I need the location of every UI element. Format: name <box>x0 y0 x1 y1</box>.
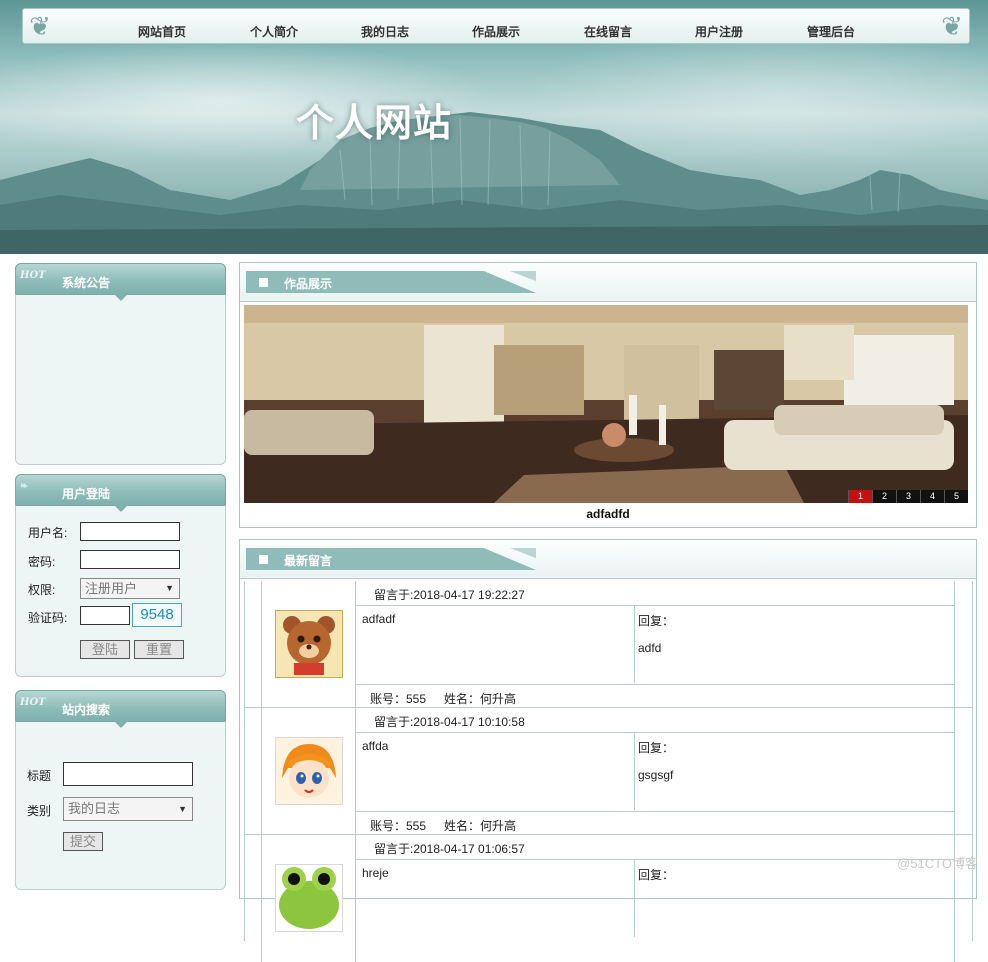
pager-page-3[interactable]: 3 <box>896 490 920 503</box>
captcha-image[interactable]: 9548 <box>132 603 182 627</box>
nav-item-profile[interactable]: 个人简介 <box>250 9 298 43</box>
message-account: 账号：555 <box>370 819 427 833</box>
chevron-down-icon: ▼ <box>165 583 174 593</box>
notice-panel-header: HOT 系统公告 <box>15 263 226 301</box>
captcha-input[interactable] <box>80 606 130 625</box>
reply-content: gsgsgf <box>638 768 674 782</box>
watermark: @51CTO博客 <box>897 856 978 871</box>
pager-page-5[interactable]: 5 <box>944 490 968 503</box>
reply-label: 回复： <box>638 868 675 882</box>
messages-title: 最新留言 <box>284 554 333 568</box>
ornament-icon: ❦ <box>941 11 963 41</box>
bear-avatar-icon <box>275 610 343 678</box>
living-room-photo <box>244 305 968 503</box>
login-panel-header: ❧ 用户登陆 <box>15 474 226 512</box>
message-content: adfadf <box>362 612 396 626</box>
search-category-select[interactable]: 我的日志 ▼ <box>63 797 193 821</box>
nav-item-blog[interactable]: 我的日志 <box>361 9 409 43</box>
message-time: 留言于:2018-04-17 19:22:27 <box>374 588 525 602</box>
search-title-label: 标题 <box>27 769 52 783</box>
chevron-down-icon: ▼ <box>178 804 187 814</box>
nav-item-guestbook[interactable]: 在线留言 <box>584 9 632 43</box>
role-label: 权限: <box>28 583 56 597</box>
works-slideshow-image[interactable]: 1 2 3 4 5 <box>244 305 968 503</box>
login-button[interactable]: 登陆 <box>80 640 130 659</box>
ornament-icon: ❦ <box>29 11 51 41</box>
search-title-input[interactable] <box>63 762 193 786</box>
messages-table: 留言于:2018-04-17 19:22:27 adfadf 回复： adfd … <box>244 581 973 962</box>
pager-page-2[interactable]: 2 <box>872 490 896 503</box>
square-bullet-icon <box>259 555 268 564</box>
message-author: 姓名：何升高 <box>444 692 517 706</box>
header-banner: ❦ ❦ 网站首页 个人简介 我的日志 作品展示 在线留言 用户注册 管理后台 个… <box>0 0 988 254</box>
reset-button[interactable]: 重置 <box>134 640 184 659</box>
notice-panel: HOT 系统公告 <box>15 263 226 465</box>
password-label: 密码: <box>28 555 56 569</box>
site-title: 个人网站 <box>296 101 453 145</box>
anime-girl-avatar-icon <box>275 737 343 805</box>
square-bullet-icon <box>259 278 268 287</box>
search-category-value: 我的日志 <box>68 801 121 816</box>
hot-badge-icon: HOT <box>20 697 46 708</box>
works-header: 作品展示 <box>240 263 976 302</box>
works-title: 作品展示 <box>284 277 333 291</box>
pager-page-4[interactable]: 4 <box>920 490 944 503</box>
message-content: affda <box>362 739 389 753</box>
search-panel-header: HOT 站内搜索 <box>15 690 226 728</box>
message-account: 账号：555 <box>370 692 427 706</box>
nav-item-register[interactable]: 用户注册 <box>695 9 743 43</box>
reply-label: 回复： <box>638 614 675 628</box>
message-row: 留言于:2018-04-17 01:06:57 hreje 回复： <box>245 835 972 962</box>
pointer-arrow-icon <box>114 505 128 512</box>
search-submit-button[interactable]: 提交 <box>63 832 103 851</box>
messages-header: 最新留言 <box>240 540 976 579</box>
role-select-value: 注册用户 <box>85 581 138 596</box>
notice-title: 系统公告 <box>62 276 111 290</box>
search-title: 站内搜索 <box>62 703 111 717</box>
top-navigation-bar: ❦ ❦ 网站首页 个人简介 我的日志 作品展示 在线留言 用户注册 管理后台 <box>22 8 970 44</box>
messages-section: 最新留言 留言于:2018-04-17 19:22:27 adfadf 回复： … <box>239 539 977 962</box>
slideshow-pager: 1 2 3 4 5 <box>848 490 968 503</box>
reply-label: 回复： <box>638 741 675 755</box>
captcha-label: 验证码: <box>28 611 68 625</box>
hot-badge-icon: HOT <box>20 270 46 281</box>
message-time: 留言于:2018-04-17 01:06:57 <box>374 842 525 856</box>
message-time: 留言于:2018-04-17 10:10:58 <box>374 715 525 729</box>
login-title: 用户登陆 <box>62 487 111 501</box>
message-content: hreje <box>362 866 389 880</box>
reply-content: adfd <box>638 641 662 655</box>
search-category-label: 类别 <box>27 804 52 818</box>
username-label: 用户名: <box>28 526 68 540</box>
message-author: 姓名：何升高 <box>444 819 517 833</box>
works-section: 作品展示 1 2 3 4 5 adfadfd <box>239 262 977 528</box>
pointer-arrow-icon <box>114 294 128 301</box>
nav-item-works[interactable]: 作品展示 <box>472 9 520 43</box>
nav-item-home[interactable]: 网站首页 <box>138 9 186 43</box>
search-panel: HOT 站内搜索 <box>15 690 226 890</box>
role-select[interactable]: 注册用户 ▼ <box>80 578 180 599</box>
message-row: 留言于:2018-04-17 19:22:27 adfadf 回复： adfd … <box>245 581 972 708</box>
nav-item-admin[interactable]: 管理后台 <box>807 9 855 43</box>
message-row: 留言于:2018-04-17 10:10:58 affda 回复： gsgsgf… <box>245 708 972 835</box>
username-input[interactable] <box>80 522 180 541</box>
pointer-arrow-icon <box>114 721 128 728</box>
frog-avatar-icon <box>275 864 343 932</box>
pager-page-1[interactable]: 1 <box>848 490 872 503</box>
leaf-badge-icon: ❧ <box>20 481 29 492</box>
password-input[interactable] <box>80 550 180 569</box>
works-caption[interactable]: adfadfd <box>240 507 976 521</box>
